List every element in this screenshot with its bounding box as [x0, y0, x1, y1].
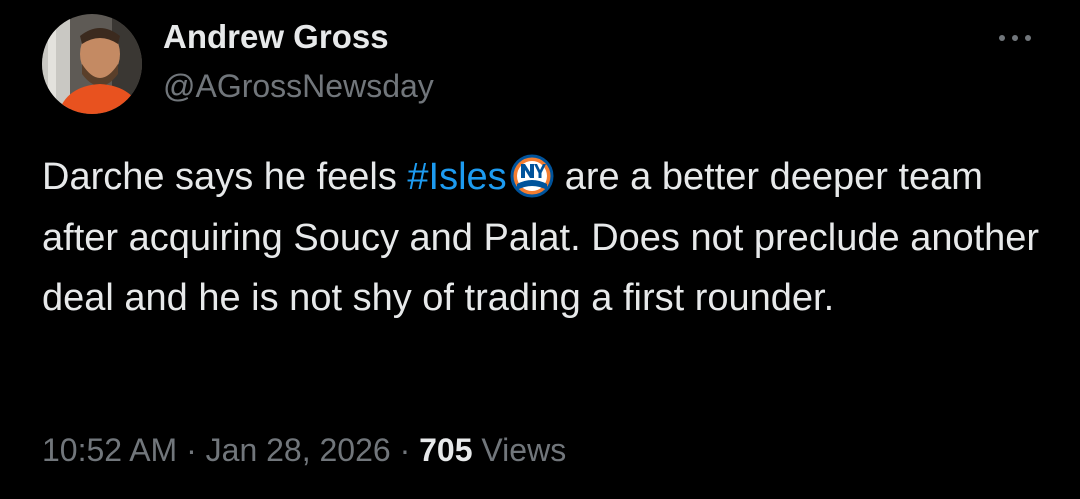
tweet-text-before-hashtag: Darche says he feels [42, 156, 408, 198]
tweet-meta: 10:52 AM · Jan 28, 2026 · 705 Views [42, 432, 566, 469]
more-horizontal-icon [999, 35, 1031, 41]
tweet-date[interactable]: Jan 28, 2026 [206, 432, 391, 468]
author-handle[interactable]: @AGrossNewsday [163, 68, 434, 105]
tweet-text: Darche says he feels #Isles are a better … [42, 147, 1052, 329]
hashtag-link[interactable]: #Isles [407, 156, 506, 198]
meta-separator: · [177, 432, 206, 468]
tweet: Andrew Gross @AGrossNewsday Darche says … [0, 0, 1080, 499]
more-options-button[interactable] [990, 20, 1040, 56]
tweet-time[interactable]: 10:52 AM [42, 432, 177, 468]
avatar-image [42, 14, 142, 114]
author-display-name[interactable]: Andrew Gross [163, 18, 389, 56]
meta-separator: · [390, 432, 420, 468]
ny-islanders-logo-icon [510, 154, 554, 198]
views-label: Views [472, 432, 567, 468]
views-count[interactable]: 705 [419, 432, 472, 468]
avatar[interactable] [42, 14, 142, 114]
